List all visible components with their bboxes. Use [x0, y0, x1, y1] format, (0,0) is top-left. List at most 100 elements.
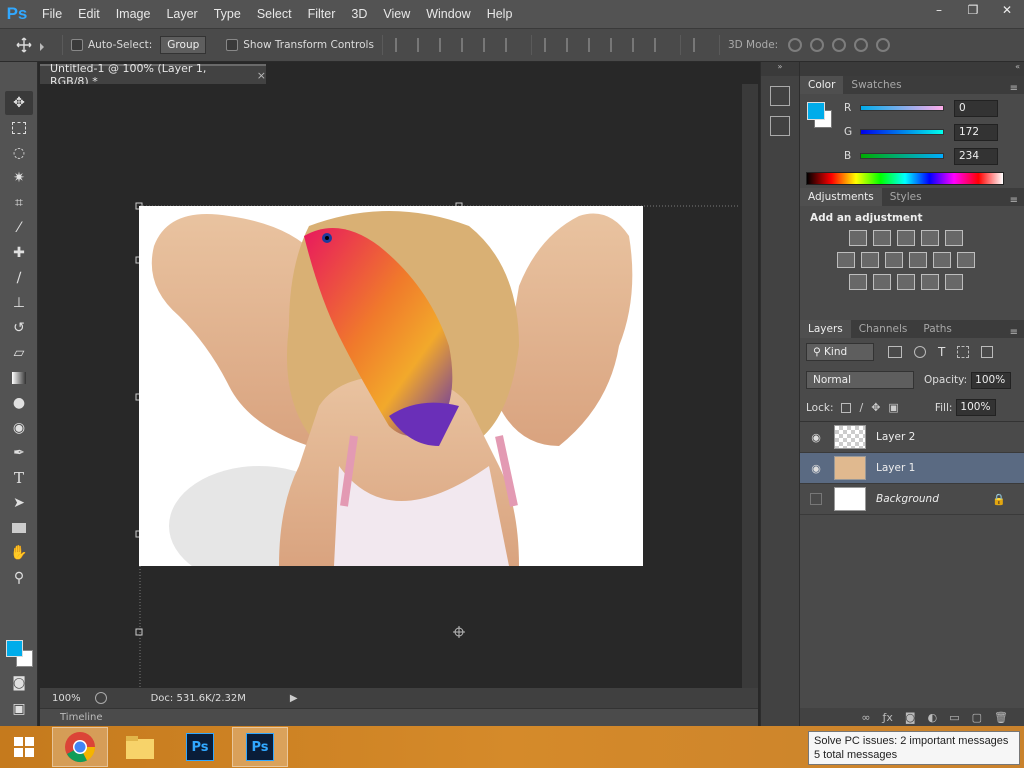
color-spectrum-bar[interactable] [806, 172, 1004, 185]
visibility-toggle-empty[interactable] [810, 493, 822, 505]
layer-style-icon[interactable]: ƒx [883, 711, 893, 724]
visibility-eye-icon[interactable]: ◉ [806, 462, 826, 475]
move-tool-icon[interactable] [14, 35, 54, 55]
menu-help[interactable]: Help [479, 0, 521, 28]
black-white-icon[interactable] [885, 252, 903, 268]
menu-type[interactable]: Type [206, 0, 249, 28]
auto-align-icon[interactable] [692, 38, 707, 52]
layer-row[interactable]: Background 🔒 [800, 484, 1024, 515]
panel-menu-icon[interactable]: ≡ [1004, 195, 1024, 206]
lock-transparent-icon[interactable] [841, 402, 852, 413]
lock-position-icon[interactable]: ✥ [871, 401, 880, 414]
g-value-field[interactable]: 172 [954, 123, 998, 141]
dodge-tool-icon[interactable]: ◉ [5, 416, 33, 440]
distribute-vcenter-icon[interactable] [565, 38, 580, 52]
menu-view[interactable]: View [375, 0, 418, 28]
tab-adjustments[interactable]: Adjustments [800, 188, 882, 206]
minimize-button[interactable]: – [922, 0, 956, 20]
healing-brush-tool-icon[interactable]: ✚ [5, 241, 33, 265]
transform-controls-checkbox[interactable] [226, 39, 239, 51]
pen-tool-icon[interactable]: ✒ [5, 441, 33, 465]
move-tool-icon[interactable]: ✥ [5, 91, 33, 115]
vibrance-icon[interactable] [945, 230, 963, 246]
exposure-icon[interactable] [921, 230, 939, 246]
align-vcenter-icon[interactable] [416, 38, 431, 52]
menu-window[interactable]: Window [418, 0, 478, 28]
selective-color-icon[interactable] [921, 274, 939, 290]
gradient-tool-icon[interactable] [5, 366, 33, 390]
align-right-icon[interactable] [504, 38, 519, 52]
g-slider-track[interactable] [860, 129, 944, 135]
curves-icon[interactable] [897, 230, 915, 246]
menu-3d[interactable]: 3D [343, 0, 375, 28]
r-slider-track[interactable] [860, 105, 944, 111]
foreground-color-swatch[interactable] [6, 640, 23, 657]
tab-swatches[interactable]: Swatches [843, 76, 909, 94]
distribute-right-icon[interactable] [653, 38, 668, 52]
distribute-bottom-icon[interactable] [587, 38, 602, 52]
3d-slide-icon[interactable] [854, 38, 869, 52]
history-panel-icon[interactable] [770, 86, 790, 106]
add-mask-icon[interactable]: ◙ [905, 711, 916, 724]
blend-mode-dropdown[interactable]: Normal [806, 371, 914, 389]
filter-type-icon[interactable]: T [938, 345, 945, 359]
hand-tool-icon[interactable]: ✋ [5, 541, 33, 565]
posterize-icon[interactable] [873, 274, 891, 290]
quick-mask-icon[interactable]: ◙ [5, 671, 33, 695]
brightness-icon[interactable] [849, 230, 867, 246]
3d-roll-icon[interactable] [810, 38, 825, 52]
tab-styles[interactable]: Styles [882, 188, 930, 206]
tab-color[interactable]: Color [800, 76, 844, 94]
image-canvas[interactable] [139, 206, 643, 566]
delete-layer-icon[interactable]: 🗑 [994, 711, 1008, 724]
marquee-tool-icon[interactable] [5, 116, 33, 140]
menu-file[interactable]: File [34, 0, 70, 28]
menu-edit[interactable]: Edit [70, 0, 108, 28]
filter-adjustment-icon[interactable] [914, 346, 926, 358]
align-top-icon[interactable] [394, 38, 409, 52]
collapse-dock-icon[interactable]: » [761, 62, 799, 76]
properties-panel-icon[interactable] [770, 116, 790, 136]
tab-channels[interactable]: Channels [851, 320, 916, 338]
fill-field[interactable]: 100% [956, 399, 997, 416]
zoom-tool-icon[interactable]: ⚲ [5, 566, 33, 590]
distribute-left-icon[interactable] [609, 38, 624, 52]
collapse-panels-icon[interactable]: « [800, 62, 1024, 76]
new-group-icon[interactable]: ▭ [949, 711, 959, 724]
lock-pixels-icon[interactable]: ∕ [859, 401, 863, 414]
panel-menu-icon[interactable]: ≡ [1004, 83, 1024, 94]
path-selection-tool-icon[interactable]: ➤ [5, 491, 33, 515]
rectangle-tool-icon[interactable] [5, 516, 33, 540]
distribute-top-icon[interactable] [543, 38, 558, 52]
auto-select-dropdown[interactable]: Group [160, 36, 207, 54]
vertical-scrollbar[interactable] [742, 84, 758, 688]
gradient-map-icon[interactable] [945, 274, 963, 290]
filter-shape-icon[interactable] [957, 346, 970, 358]
b-value-field[interactable]: 234 [954, 147, 998, 165]
photo-filter-icon[interactable] [909, 252, 927, 268]
timeline-panel[interactable]: Timeline [40, 708, 758, 726]
type-tool-icon[interactable]: T [5, 466, 33, 490]
lock-all-icon[interactable]: ▣ [888, 401, 898, 414]
filter-kind-dropdown[interactable]: ⚲ Kind [806, 343, 874, 361]
magic-wand-tool-icon[interactable]: ✷ [5, 166, 33, 190]
new-layer-icon[interactable]: ▢ [972, 711, 982, 724]
hue-saturation-icon[interactable] [837, 252, 855, 268]
new-adjustment-icon[interactable]: ◐ [928, 711, 938, 724]
filter-smart-object-icon[interactable] [981, 346, 994, 358]
panel-menu-icon[interactable]: ≡ [1004, 327, 1024, 338]
levels-icon[interactable] [873, 230, 891, 246]
auto-select-checkbox[interactable] [71, 39, 83, 51]
photoshop-taskbar-button-2[interactable]: Ps [232, 727, 288, 767]
lasso-tool-icon[interactable]: ◌ [5, 141, 33, 165]
menu-filter[interactable]: Filter [300, 0, 344, 28]
blur-tool-icon[interactable]: ● [5, 391, 33, 415]
history-brush-tool-icon[interactable]: ↺ [5, 316, 33, 340]
threshold-icon[interactable] [897, 274, 915, 290]
color-lookup-icon[interactable] [957, 252, 975, 268]
align-hcenter-icon[interactable] [482, 38, 497, 52]
close-document-icon[interactable]: × [257, 69, 266, 82]
layer-row-selected[interactable]: ◉ Layer 1 [800, 453, 1024, 484]
align-left-icon[interactable] [460, 38, 475, 52]
close-button[interactable]: ✕ [990, 0, 1024, 20]
